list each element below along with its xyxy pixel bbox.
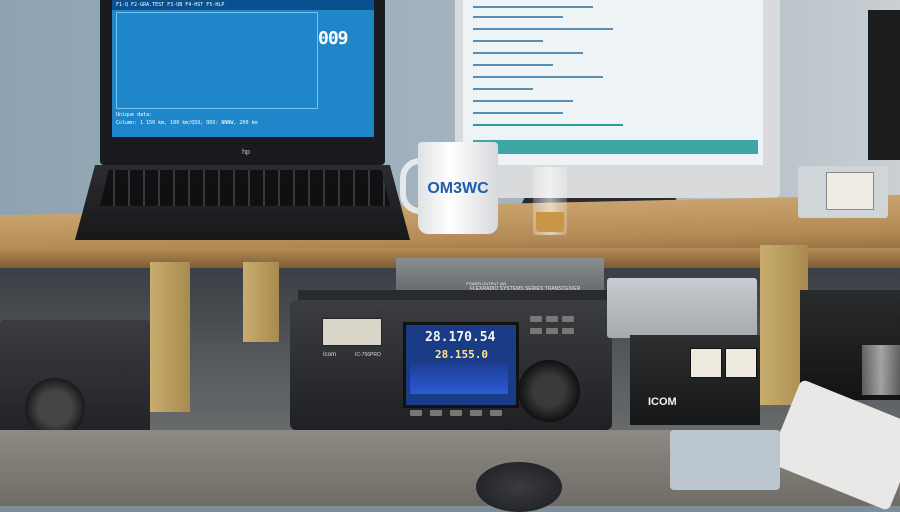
s-meter [322, 318, 382, 346]
laptop-column-line: Column: 1 150 km, 100 km/QSO, ODX: NNNW,… [116, 120, 258, 126]
laptop-screen: F1-Q F2-GRA.TEST F3-UB F4-HST F5-HLP Uni… [112, 0, 374, 137]
main-frequency-readout: 28.170.54 [425, 330, 496, 345]
monitor-text-line [473, 16, 563, 18]
laptop-menu-line: F1-Q F2-GRA.TEST F3-UB F4-HST F5-HLP [112, 0, 374, 10]
left-tuning-knob[interactable] [25, 378, 85, 438]
mug-callsign-label: OM3WC [427, 180, 489, 197]
radio-button[interactable] [410, 410, 422, 416]
monitor-screen [463, 0, 763, 165]
glass-liquid [536, 212, 564, 232]
monitor-text-line [473, 28, 613, 30]
psu-brand-label: ICOM [648, 396, 677, 408]
antenna-tuner [607, 278, 757, 338]
radio-button[interactable] [546, 328, 558, 334]
computer-mouse[interactable] [476, 462, 562, 512]
psu-voltmeter [690, 348, 722, 378]
radio-button[interactable] [530, 316, 542, 322]
icom-brand-label: Icom [323, 352, 337, 358]
laptop-keyboard[interactable] [100, 170, 390, 206]
radio-button[interactable] [530, 328, 542, 334]
shelf-post [150, 262, 190, 412]
monitor-text-line [473, 88, 533, 90]
monitor-text-line [473, 100, 573, 102]
radio-button[interactable] [546, 316, 558, 322]
radio-button[interactable] [450, 410, 462, 416]
laptop-brand-logo: hp [242, 149, 250, 156]
swr-meter-face [826, 172, 874, 210]
monitor-text-line [473, 76, 603, 78]
drinking-glass [862, 345, 900, 395]
monitor-text-line [473, 40, 543, 42]
morse-key-paddle[interactable] [670, 430, 780, 490]
psu-ammeter [725, 348, 757, 378]
radio-button[interactable] [562, 316, 574, 322]
radio-button[interactable] [430, 410, 442, 416]
radio-button[interactable] [470, 410, 482, 416]
laptop-qso-counter: 009 [318, 28, 349, 49]
laptop-unique-line: Unique data: [116, 112, 153, 118]
monitor-status-bar [473, 140, 758, 154]
spectrum-scope [410, 364, 508, 394]
radio-button[interactable] [562, 328, 574, 334]
laptop-log-table [116, 12, 318, 109]
monitor-text-line [473, 64, 553, 66]
monitor-text-line [473, 6, 593, 8]
monitor-text-line [473, 112, 563, 114]
monitor-text-line [473, 52, 583, 54]
icom-model-label: IC-756PRO [355, 352, 381, 358]
monitor-text-line [473, 124, 623, 126]
equipment-rack [868, 10, 900, 160]
sub-frequency-readout: 28.155.0 [435, 348, 488, 361]
vfo-tuning-knob[interactable] [518, 360, 580, 422]
radio-button[interactable] [490, 410, 502, 416]
shelf-post [243, 262, 279, 342]
